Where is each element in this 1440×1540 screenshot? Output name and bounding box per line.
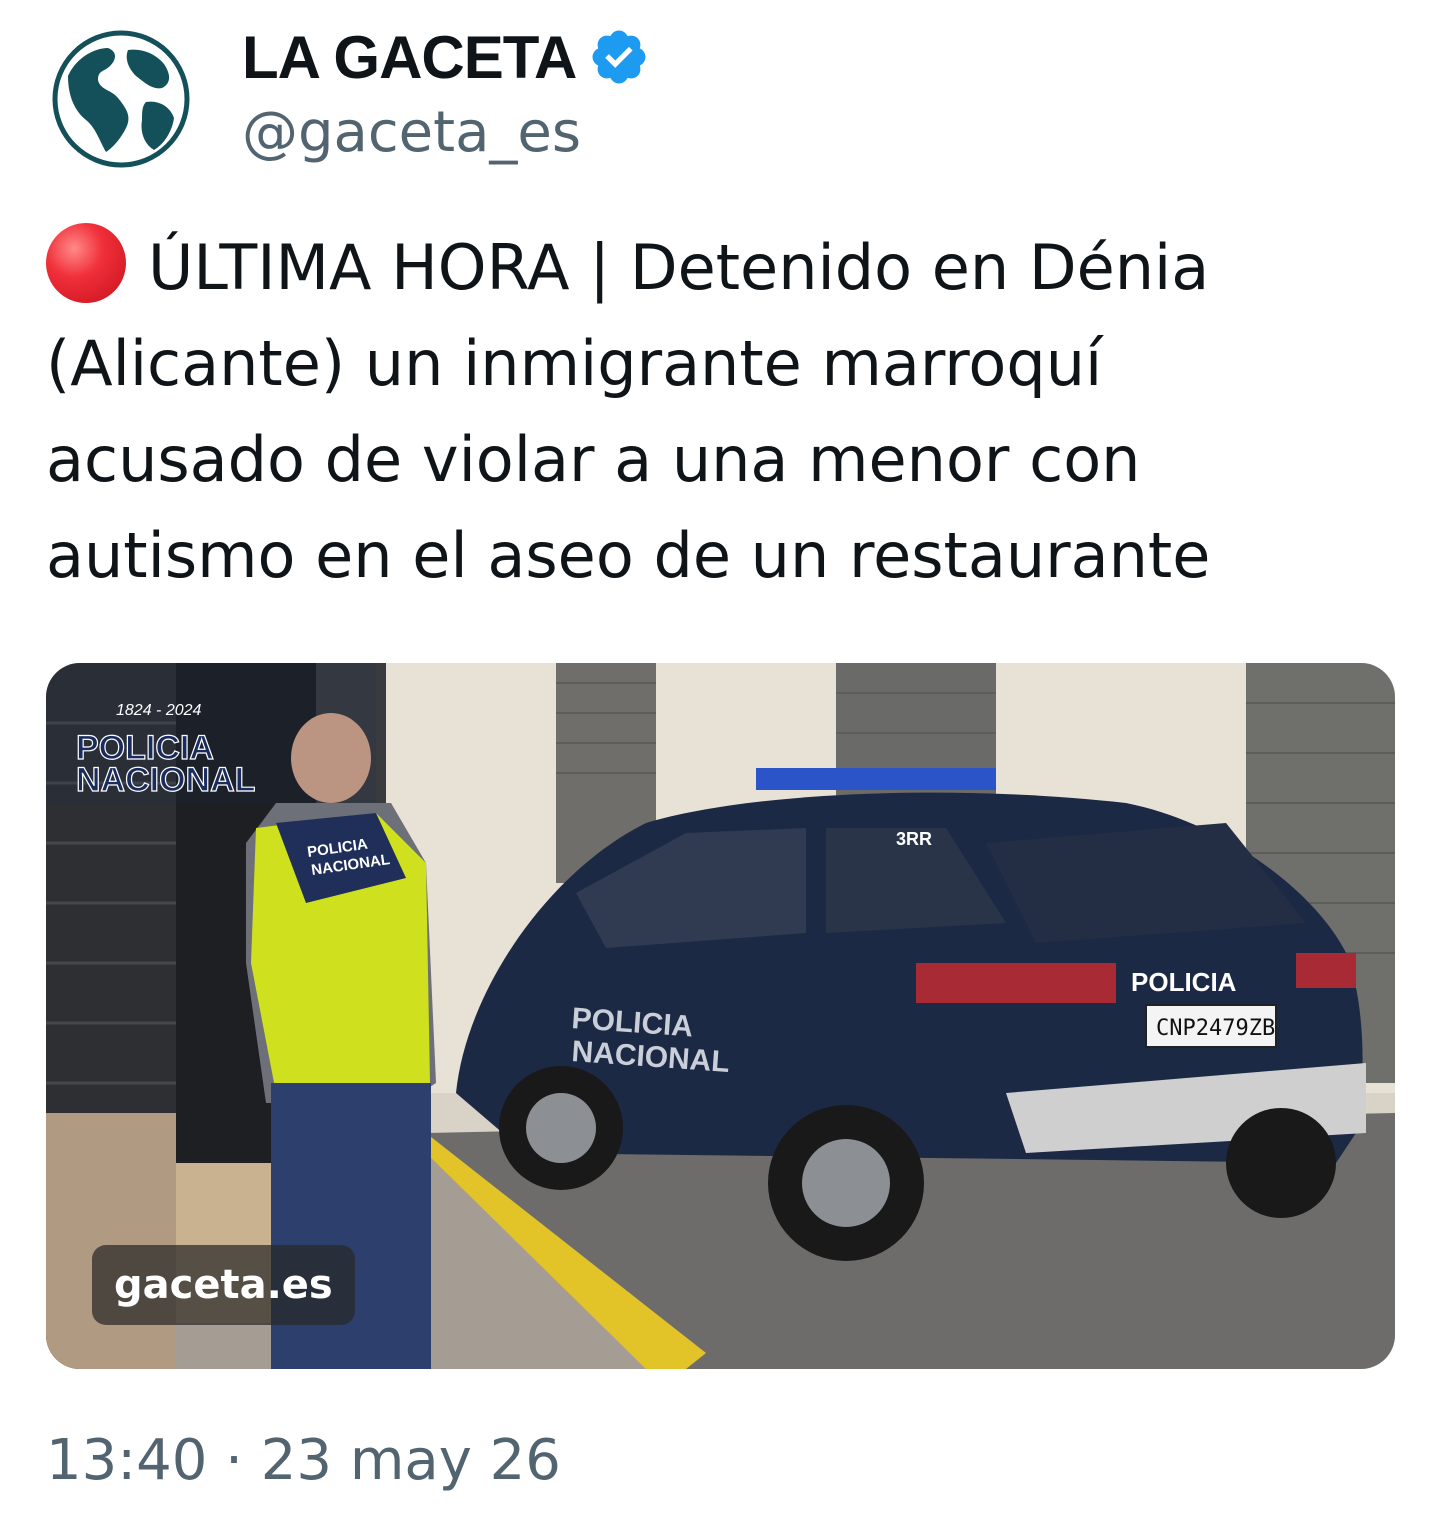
watermark: gaceta.es [92,1245,355,1325]
logo-line-2: NACIONAL [76,761,255,799]
globe-icon [48,26,194,172]
tweet-text-line: autismo en el aseo de un restaurante [46,519,1211,592]
tweet-text-line: ÚLTIMA HORA | Detenido en Dénia [46,220,1406,316]
roof-code: 3RR [896,829,932,849]
red-circle-icon [46,223,126,303]
avatar[interactable] [46,24,196,174]
author-display-name[interactable]: LA GACETA [242,23,577,92]
car-rear-label: POLICIA [1131,967,1237,997]
license-plate: CNP2479ZB [1156,1016,1275,1041]
tweet-media-photo[interactable]: 1824 - 2024 POLICIA NACIONAL POLICIA NAC… [46,663,1395,1369]
author-handle[interactable]: @gaceta_es [242,100,581,165]
logo-years: 1824 - 2024 [116,702,202,719]
verified-badge-icon [592,30,646,84]
author-name-row[interactable]: LA GACETA [242,22,650,92]
tweet-text: ÚLTIMA HORA | Detenido en Dénia (Alicant… [46,220,1406,604]
tweet-text-line: acusado de violar a una menor con [46,423,1141,496]
tweet-timestamp[interactable]: 13:40 · 23 may 26 [46,1428,561,1493]
tweet-text-line: (Alicante) un inmigrante marroquí [46,327,1103,400]
